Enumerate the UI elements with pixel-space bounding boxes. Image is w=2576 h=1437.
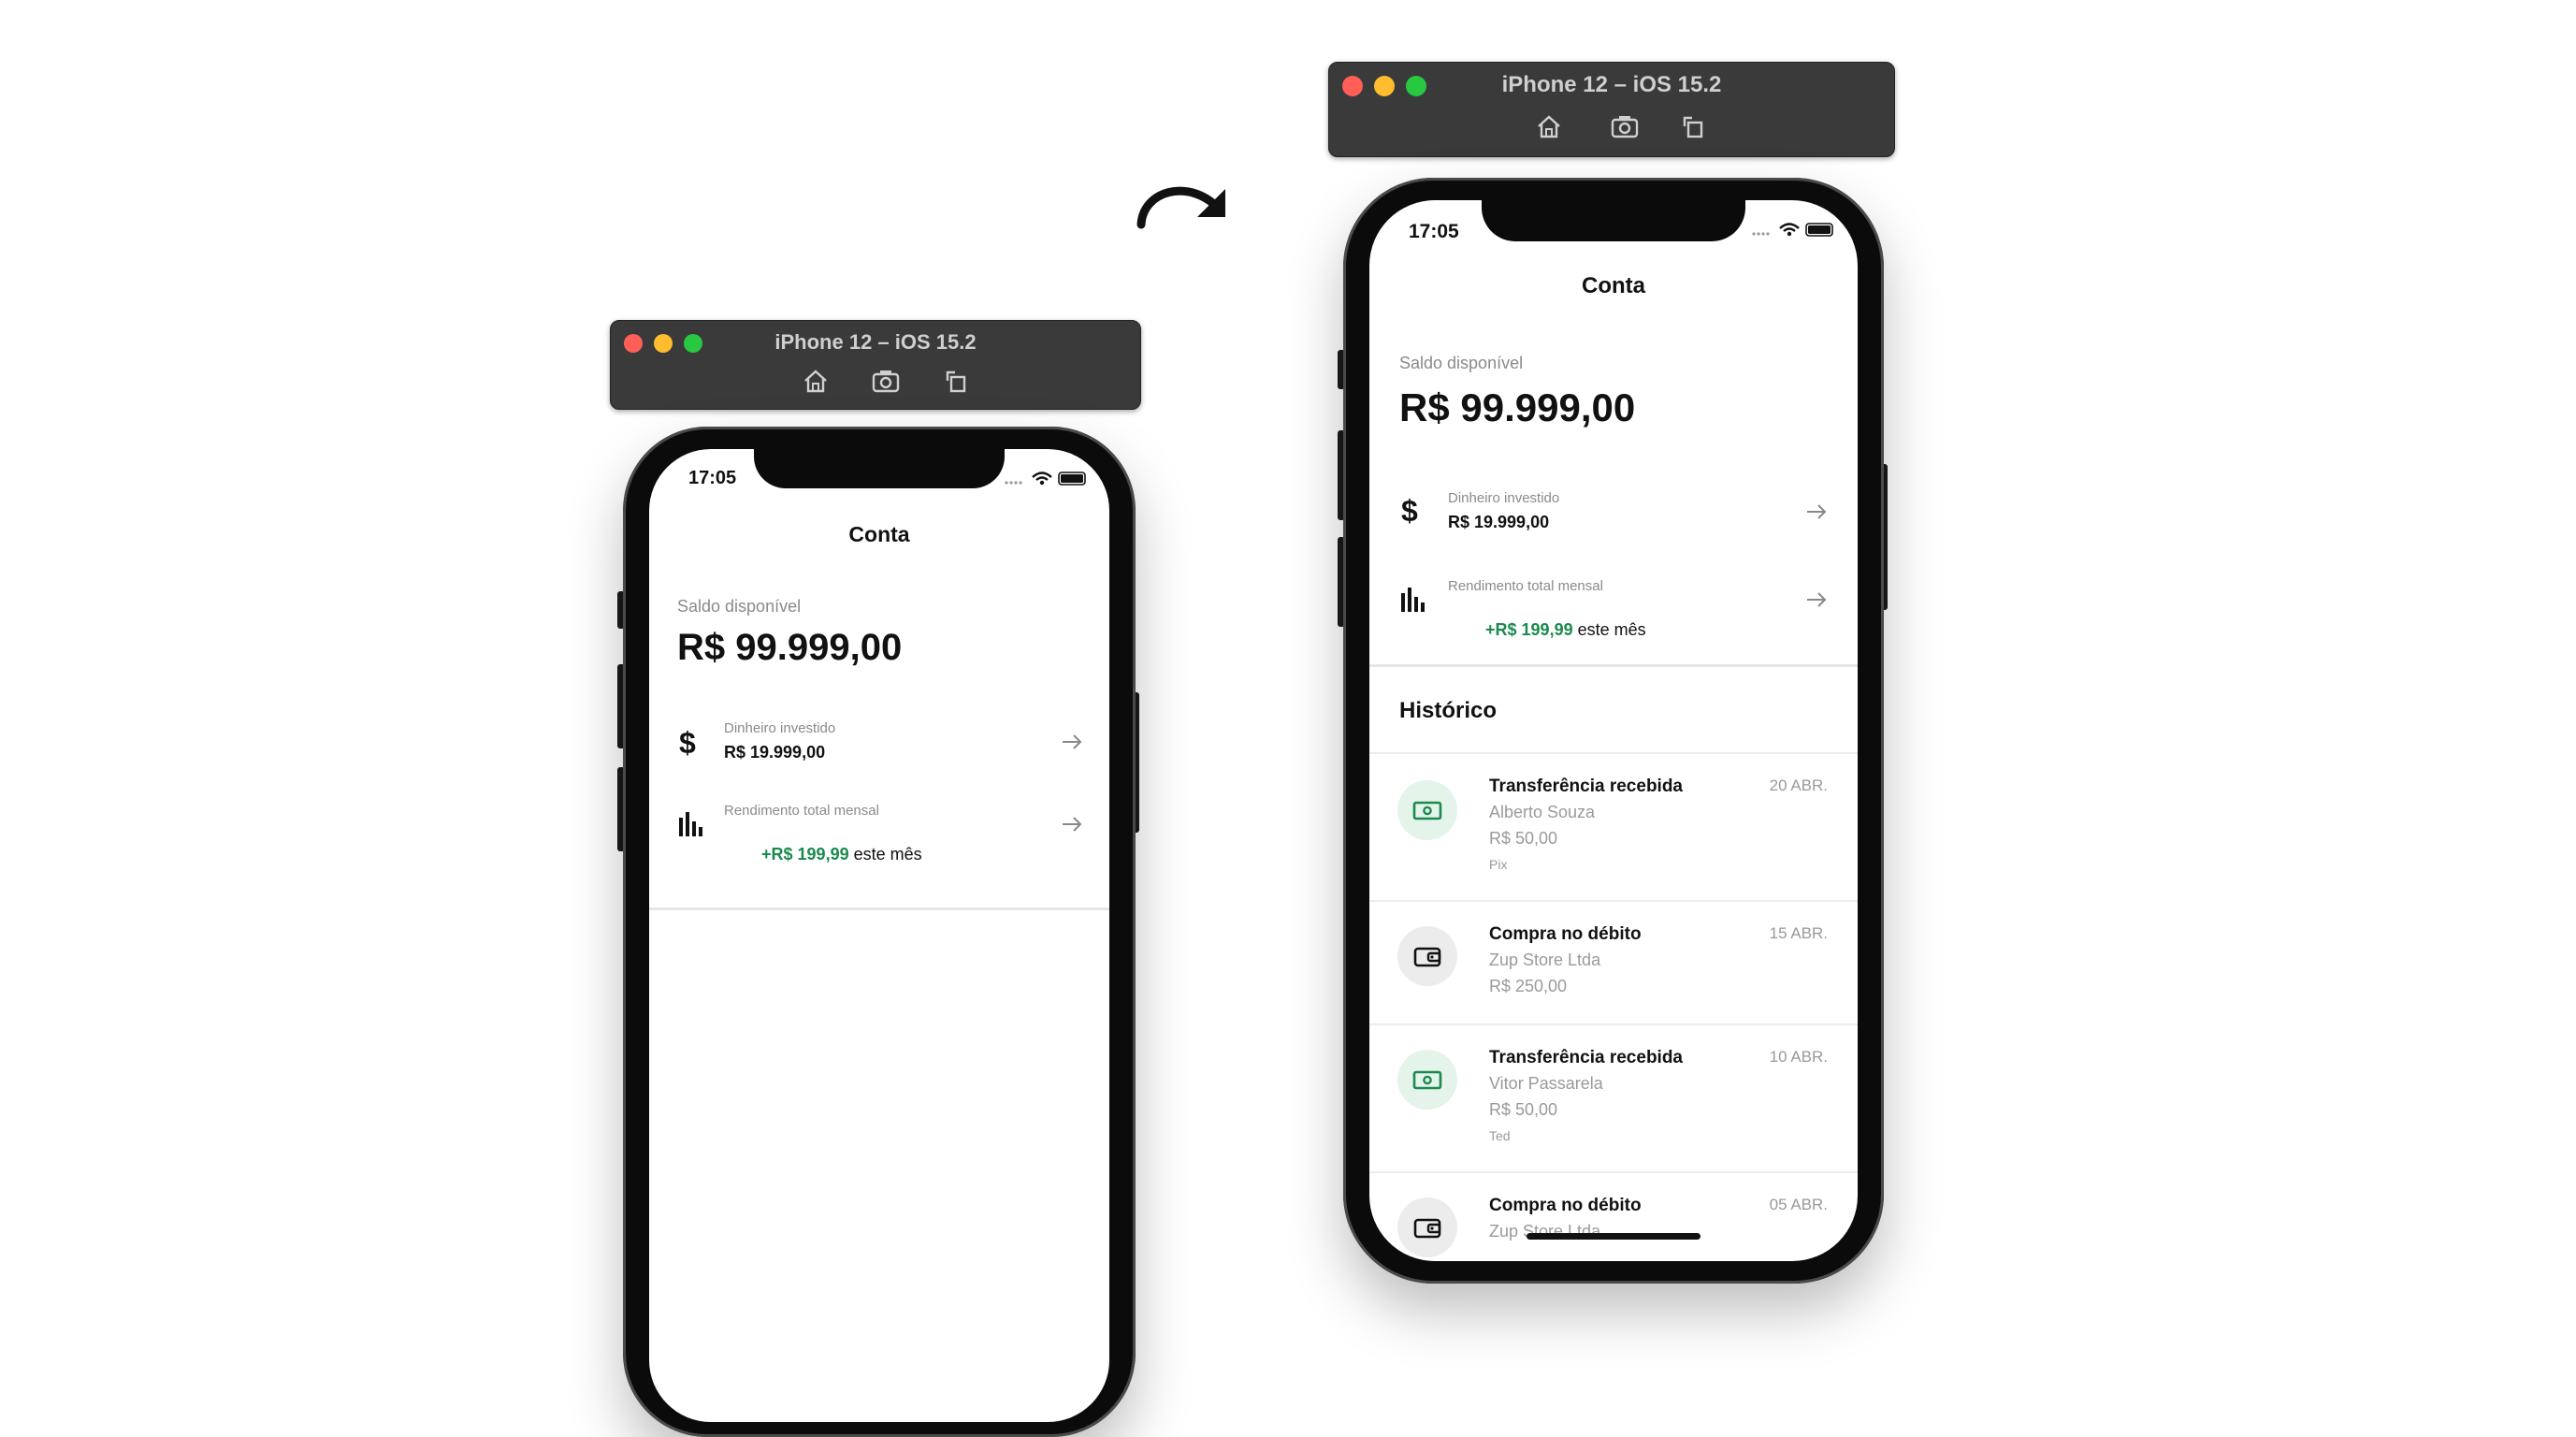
arrow-right-icon bbox=[1061, 733, 1083, 750]
summary-row-invested[interactable]: $ Dinheiro investido R$ 19.999,00 bbox=[1369, 490, 1858, 556]
arrow-right-icon bbox=[1805, 503, 1828, 520]
rotate-icon[interactable] bbox=[942, 368, 970, 394]
home-icon[interactable] bbox=[1535, 113, 1563, 139]
bar-chart-icon bbox=[677, 810, 705, 836]
home-icon[interactable] bbox=[802, 368, 830, 394]
yield-suffix: este mês bbox=[1572, 620, 1646, 639]
money-bill-icon bbox=[1397, 1050, 1457, 1110]
history-item[interactable]: Transferência recebida 10 ABR. Vitor Pas… bbox=[1369, 1025, 1858, 1171]
history-item-amount: R$ 50,00 bbox=[1489, 1100, 1558, 1119]
yield-suffix: este mês bbox=[848, 845, 922, 864]
balance-value: R$ 99.999,00 bbox=[1399, 385, 1636, 429]
simulator-window-bar: iPhone 12 – iOS 15.2 bbox=[1328, 62, 1895, 157]
section-divider bbox=[649, 907, 1109, 910]
simulator-window-bar: iPhone 12 – iOS 15.2 bbox=[610, 320, 1141, 410]
history-item-subtitle: Vitor Passarela bbox=[1489, 1074, 1603, 1093]
summary-row-invested[interactable]: $ Dinheiro investido R$ 19.999,00 bbox=[649, 720, 1109, 786]
page-title: Conta bbox=[848, 522, 910, 546]
history-title: Histórico bbox=[1399, 698, 1498, 723]
dollar-icon: $ bbox=[1401, 494, 1418, 528]
history-item-title: Compra no débito bbox=[1489, 1196, 1642, 1215]
yield-value: +R$ 199,99 bbox=[1485, 620, 1573, 639]
history-item-title: Compra no débito bbox=[1489, 924, 1642, 944]
home-indicator[interactable] bbox=[1527, 1233, 1700, 1240]
history-item-date: 20 ABR. bbox=[1769, 777, 1828, 794]
history-item-amount: R$ 50,00 bbox=[1489, 829, 1558, 848]
rotate-icon[interactable] bbox=[1679, 113, 1707, 139]
app-screen: 17:05 Conta Saldo disponível R$ 99.999,0… bbox=[1369, 200, 1858, 1261]
wallet-icon bbox=[1397, 926, 1457, 986]
arrow-right-icon bbox=[1805, 591, 1828, 608]
status-time: 17:05 bbox=[688, 468, 737, 488]
history-item-date: 15 ABR. bbox=[1769, 924, 1828, 942]
summary-label: Dinheiro investido bbox=[1448, 490, 1560, 506]
summary-label: Dinheiro investido bbox=[724, 720, 836, 736]
simulator-title: iPhone 12 – iOS 15.2 bbox=[1501, 72, 1722, 97]
history-item-date: 10 ABR. bbox=[1769, 1048, 1828, 1066]
history-item-title: Transferência recebida bbox=[1489, 1048, 1683, 1067]
summary-value: R$ 19.999,00 bbox=[1448, 513, 1550, 531]
balance-label: Saldo disponível bbox=[1399, 354, 1524, 372]
history-item-date: 05 ABR. bbox=[1769, 1196, 1828, 1213]
balance-value: R$ 99.999,00 bbox=[677, 627, 903, 668]
section-divider bbox=[1369, 664, 1858, 667]
history-item-method: Ted bbox=[1489, 1128, 1511, 1143]
history-item-title: Transferência recebida bbox=[1489, 777, 1683, 796]
summary-value-line: +R$ 199,99 este mês bbox=[724, 825, 922, 884]
history-item[interactable]: Compra no débito 05 ABR. Zup Store Ltda bbox=[1369, 1173, 1858, 1261]
summary-row-yield[interactable]: Rendimento total mensal +R$ 199,99 este … bbox=[649, 803, 1109, 868]
page-title: Conta bbox=[1582, 273, 1645, 298]
balance-label: Saldo disponível bbox=[677, 597, 802, 616]
simulator-title: iPhone 12 – iOS 15.2 bbox=[774, 330, 977, 354]
history-item[interactable]: Transferência recebida 20 ABR. Alberto S… bbox=[1369, 754, 1858, 900]
status-icons bbox=[1003, 470, 1089, 486]
summary-value-line: +R$ 199,99 este mês bbox=[1448, 601, 1646, 660]
status-icons bbox=[1749, 221, 1837, 238]
history-item-subtitle: Zup Store Ltda bbox=[1489, 951, 1601, 969]
app-screen: 17:05 Conta Saldo disponível R$ 99.999,0… bbox=[649, 449, 1109, 1422]
history-item-amount: R$ 250,00 bbox=[1489, 977, 1568, 995]
bar-chart-icon bbox=[1399, 586, 1427, 612]
screenshot-icon[interactable] bbox=[1610, 113, 1640, 139]
money-bill-icon bbox=[1397, 780, 1457, 840]
summary-label: Rendimento total mensal bbox=[1448, 578, 1603, 594]
summary-row-yield[interactable]: Rendimento total mensal +R$ 199,99 este … bbox=[1369, 578, 1858, 644]
history-item-method: Pix bbox=[1489, 857, 1508, 872]
status-time: 17:05 bbox=[1409, 221, 1459, 242]
wallet-icon bbox=[1397, 1198, 1457, 1257]
dollar-icon: $ bbox=[679, 726, 696, 760]
screenshot-icon[interactable] bbox=[871, 368, 901, 394]
history-item-subtitle: Alberto Souza bbox=[1489, 803, 1596, 821]
rotate-arrow-icon bbox=[1132, 170, 1235, 232]
iphone-portrait: 17:05 Conta Saldo disponível R$ 99.999,0… bbox=[1343, 178, 1884, 1284]
iphone-portrait: 17:05 Conta Saldo disponível R$ 99.999,0… bbox=[623, 427, 1136, 1437]
arrow-right-icon bbox=[1061, 816, 1083, 833]
history-item[interactable]: Compra no débito 15 ABR. Zup Store Ltda … bbox=[1369, 902, 1858, 1023]
summary-label: Rendimento total mensal bbox=[724, 803, 879, 819]
yield-value: +R$ 199,99 bbox=[761, 845, 849, 864]
summary-value: R$ 19.999,00 bbox=[724, 743, 826, 762]
